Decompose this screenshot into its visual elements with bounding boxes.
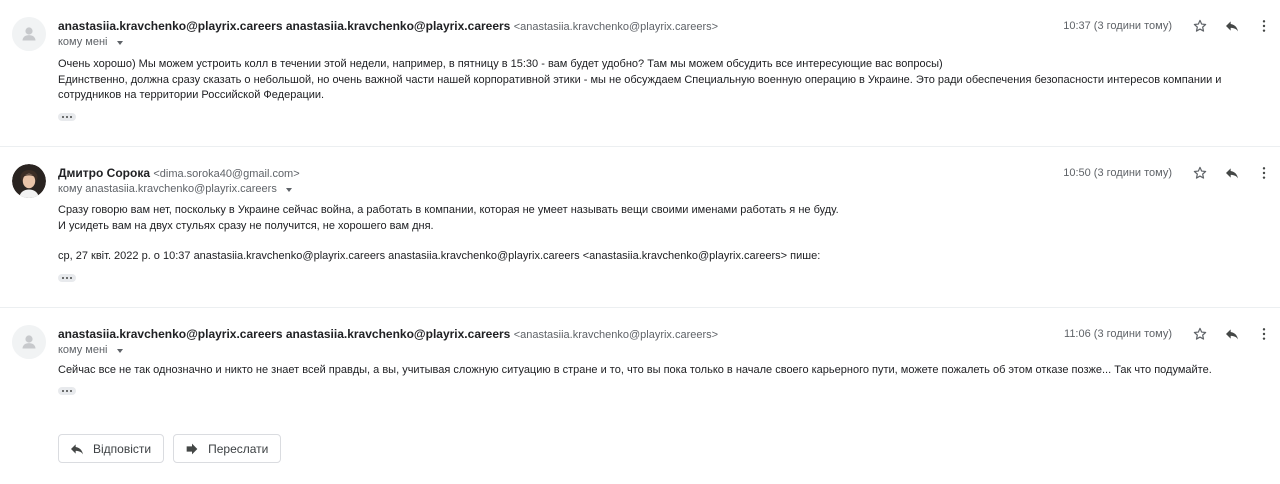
- message-body: Сейчас все не так однозначно и никто не …: [58, 363, 1250, 379]
- star-icon[interactable]: [1184, 322, 1216, 346]
- message-time: 11:06 (3 години тому): [1064, 328, 1172, 340]
- thread-actions: Відповісти Переслати: [58, 434, 282, 463]
- reply-icon: [71, 443, 83, 454]
- message-body: Сразу говорю вам нет, поскольку в Украин…: [58, 203, 1250, 265]
- message-meta: 10:37 (3 години тому): [1063, 14, 1280, 38]
- email-message-2: Дмитро Сорока <dima.soroka40@gmail.com> …: [0, 146, 1280, 306]
- message-body: Очень хорошо) Мы можем устроить колл в т…: [58, 57, 1250, 104]
- reply-button[interactable]: Відповісти: [58, 434, 165, 463]
- message-time: 10:50 (3 години тому): [1063, 167, 1172, 179]
- reply-icon[interactable]: [1216, 14, 1248, 38]
- message-meta: 10:50 (3 години тому): [1063, 161, 1280, 185]
- reply-button-label: Відповісти: [93, 441, 152, 456]
- forward-button-label: Переслати: [208, 441, 269, 456]
- recipient-details[interactable]: кому мені: [58, 344, 123, 356]
- recipient-label: кому мені: [58, 344, 108, 356]
- profile-photo: [12, 164, 46, 198]
- message-meta: 11:06 (3 години тому): [1064, 322, 1280, 346]
- chevron-down-icon[interactable]: [116, 348, 123, 353]
- sender-email: <dima.soroka40@gmail.com>: [153, 168, 300, 180]
- more-vert-icon[interactable]: [1248, 161, 1280, 185]
- forward-button[interactable]: Переслати: [173, 434, 282, 463]
- body-line: Сразу говорю вам нет, поскольку в Украин…: [58, 204, 839, 216]
- sender-line: anastasiia.kravchenko@playrix.careers an…: [58, 327, 718, 341]
- default-avatar-icon: [12, 17, 46, 51]
- more-vert-icon[interactable]: [1248, 14, 1280, 38]
- chevron-down-icon[interactable]: [285, 187, 292, 192]
- sender-email: <anastasiia.kravchenko@playrix.careers>: [513, 21, 719, 33]
- chevron-down-icon[interactable]: [116, 40, 123, 45]
- show-trimmed-content-button[interactable]: [58, 274, 76, 282]
- reply-icon[interactable]: [1216, 322, 1248, 346]
- body-line: Сейчас все не так однозначно и никто не …: [58, 364, 1212, 376]
- body-line: Очень хорошо) Мы можем устроить колл в т…: [58, 58, 943, 70]
- email-message-1: anastasiia.kravchenko@playrix.careers an…: [0, 0, 1280, 146]
- sender-name[interactable]: Дмитро Сорока: [58, 166, 150, 180]
- default-avatar-icon: [12, 325, 46, 359]
- show-trimmed-content-button[interactable]: [58, 387, 76, 395]
- recipient-details[interactable]: кому anastasiia.kravchenko@playrix.caree…: [58, 183, 292, 195]
- star-icon[interactable]: [1184, 161, 1216, 185]
- star-icon[interactable]: [1184, 14, 1216, 38]
- sender-line: anastasiia.kravchenko@playrix.careers an…: [58, 19, 718, 33]
- show-trimmed-content-button[interactable]: [58, 113, 76, 121]
- sender-name[interactable]: anastasiia.kravchenko@playrix.careers an…: [58, 19, 510, 33]
- forward-icon: [186, 443, 198, 454]
- recipient-details[interactable]: кому мені: [58, 36, 123, 48]
- email-message-3: anastasiia.kravchenko@playrix.careers an…: [0, 307, 1280, 417]
- recipient-label: кому мені: [58, 36, 108, 48]
- more-vert-icon[interactable]: [1248, 322, 1280, 346]
- body-line: Единственно, должна сразу сказать о небо…: [58, 73, 1222, 102]
- body-line: И усидеть вам на двух стульях сразу не п…: [58, 219, 434, 232]
- message-time: 10:37 (3 години тому): [1063, 20, 1172, 32]
- sender-name[interactable]: anastasiia.kravchenko@playrix.careers an…: [58, 327, 510, 341]
- reply-icon[interactable]: [1216, 161, 1248, 185]
- quote-header: ср, 27 квіт. 2022 р. о 10:37 anastasiia.…: [58, 250, 821, 262]
- sender-line: Дмитро Сорока <dima.soroka40@gmail.com>: [58, 166, 300, 180]
- recipient-label: кому anastasiia.kravchenko@playrix.caree…: [58, 183, 277, 195]
- sender-email: <anastasiia.kravchenko@playrix.careers>: [513, 329, 719, 341]
